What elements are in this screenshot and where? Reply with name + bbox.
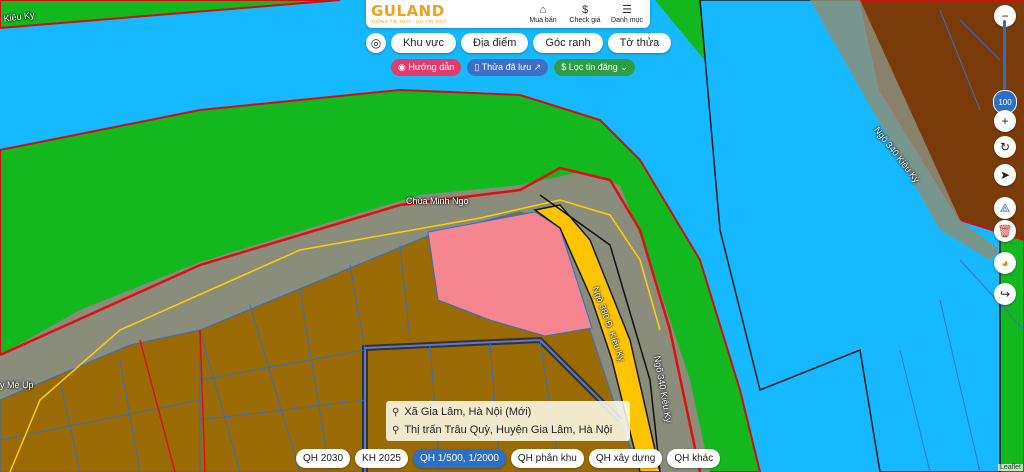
trash-icon: 🗑 xyxy=(997,224,1013,238)
share-button[interactable]: ↪ xyxy=(994,283,1016,305)
bookmark-icon: ▯ xyxy=(474,62,482,72)
plus-icon: + xyxy=(1001,114,1009,128)
share-icon: ↪ xyxy=(999,287,1011,301)
guide-button[interactable]: ◉ Hướng dẫn xyxy=(391,59,462,76)
menu-icon: ☰ xyxy=(622,4,632,16)
logo[interactable]: GULAND THÔNG TIN THẬT · GIÁ TRỊ THẬT xyxy=(366,1,521,25)
refresh-button[interactable]: ↻ xyxy=(994,136,1016,158)
location-pin-icon: ⚲ xyxy=(392,424,400,436)
saved-parcels-button[interactable]: ▯ Thửa đã lưu ↗ xyxy=(467,59,549,76)
category-label: Danh mục xyxy=(611,17,643,24)
planning-layer-tabs: QH 2030 KH 2025 QH 1/500, 1/2000 QH phân… xyxy=(296,449,721,468)
map-controls: − 100 + ↻ ➤ ⟁ 🗑 ◕ ↪ xyxy=(993,0,1024,472)
address-line2: Thị trấn Trâu Quỳ, Huyện Gia Lâm, Hà Nội xyxy=(404,424,613,436)
tab-qh-1-500[interactable]: QH 1/500, 1/2000 xyxy=(412,449,506,468)
leaflet-attribution[interactable]: Leaflet xyxy=(997,464,1023,471)
map-label-street-left: ỳ Mê Ụp xyxy=(0,380,34,390)
tab-qh-2030[interactable]: QH 2030 xyxy=(296,449,351,468)
measure-icon: ⟁ xyxy=(999,200,1011,215)
logo-text: GULAND xyxy=(371,1,445,20)
location-pin-icon: ⚲ xyxy=(392,406,400,418)
address-line-old: ⚲ Thị trấn Trâu Quỳ, Huyện Gia Lâm, Hà N… xyxy=(392,421,624,439)
tab-khu-vuc[interactable]: Khu vực xyxy=(391,33,456,53)
buy-sell-label: Mua bán xyxy=(529,17,557,24)
address-line1: Xã Gia Lâm, Hà Nội (Mới) xyxy=(404,406,532,418)
filter-label: Lọc tin đăng xyxy=(568,62,618,72)
dollar-icon: $ xyxy=(581,4,589,16)
navigate-icon: ➤ xyxy=(999,168,1011,182)
logo-subtitle: THÔNG TIN THẬT · GIÁ TRỊ THẬT xyxy=(371,18,448,24)
map-label-pagoda: Chùa Minh Ngọ xyxy=(406,196,469,206)
chevron-down-icon: ⌄ xyxy=(617,62,628,72)
tab-to-thua[interactable]: Tờ thửa xyxy=(607,33,672,53)
filter-listings-button[interactable]: $ Lọc tin đăng ⌄ xyxy=(554,59,635,76)
dollar-filter-icon: $ xyxy=(561,62,569,72)
guide-label: Hướng dẫn xyxy=(408,62,455,72)
tab-dia-diem[interactable]: Địa điểm xyxy=(461,33,529,53)
palette-icon: ◕ xyxy=(1001,256,1009,270)
address-line-new: ⚲ Xã Gia Lâm, Hà Nội (Mới) xyxy=(392,403,624,421)
navigate-button[interactable]: ➤ xyxy=(994,164,1016,186)
action-chips: ◉ Hướng dẫn ▯ Thửa đã lưu ↗ $ Lọc tin đă… xyxy=(391,59,635,76)
guide-icon: ◉ xyxy=(398,62,409,72)
tab-kh-2025[interactable]: KH 2025 xyxy=(355,449,408,468)
check-price-button[interactable]: $ Check giá xyxy=(565,4,605,24)
tab-goc-ranh[interactable]: Góc ranh xyxy=(533,33,603,53)
check-price-label: Check giá xyxy=(569,17,601,24)
buy-sell-button[interactable]: ⌂ Mua bán xyxy=(523,4,563,24)
saved-label: Thửa đã lưu xyxy=(481,62,532,72)
category-button[interactable]: ☰ Danh mục xyxy=(607,4,647,24)
measure-button[interactable]: ⟁ xyxy=(994,197,1016,219)
tab-qh-phan-khu[interactable]: QH phân khu xyxy=(510,449,584,468)
locate-button[interactable]: ◎ xyxy=(366,33,386,53)
tab-qh-khac[interactable]: QH khác xyxy=(667,449,721,468)
address-panel: ⚲ Xã Gia Lâm, Hà Nội (Mới) ⚲ Thị trấn Tr… xyxy=(386,401,630,441)
search-tabs: ◎ Khu vực Địa điểm Góc ranh Tờ thửa xyxy=(366,33,672,53)
refresh-icon: ↻ xyxy=(999,140,1011,154)
top-bar: GULAND THÔNG TIN THẬT · GIÁ TRỊ THẬT ⌂ M… xyxy=(366,0,650,28)
tab-qh-xay-dung[interactable]: QH xây dựng xyxy=(588,449,663,468)
palette-button[interactable]: ◕ xyxy=(994,252,1016,274)
house-icon: ⌂ xyxy=(539,4,547,16)
delete-button[interactable]: 🗑 xyxy=(994,220,1016,242)
crosshair-icon: ◎ xyxy=(370,36,382,50)
zoom-slider-track[interactable] xyxy=(1003,20,1006,90)
zoom-in-button[interactable]: + xyxy=(994,110,1016,132)
external-link-icon: ↗ xyxy=(531,62,542,72)
